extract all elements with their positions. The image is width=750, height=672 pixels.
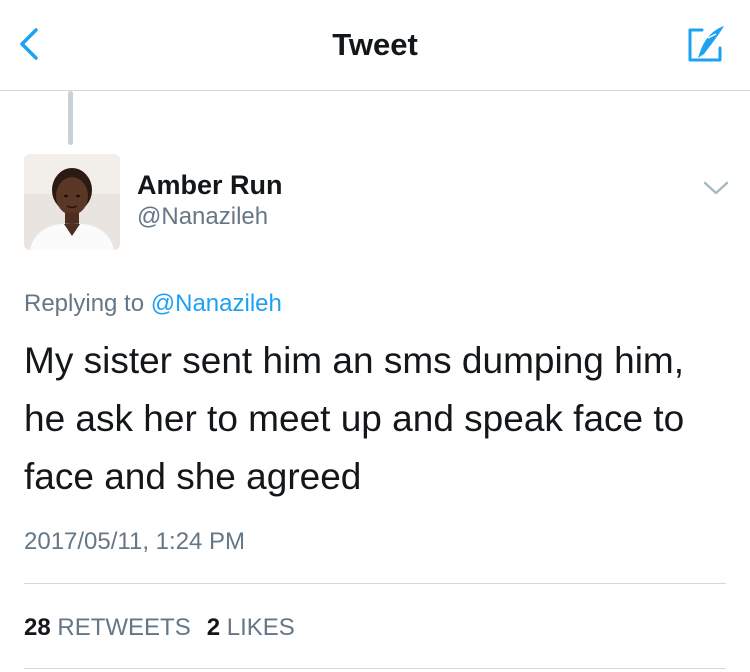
likes-count: 2 (206, 614, 221, 641)
retweets-count: 28 (24, 614, 51, 641)
chevron-down-icon[interactable] (701, 178, 731, 198)
likes-label: LIKES (226, 614, 295, 641)
likes-stat[interactable]: 2 LIKES (207, 614, 295, 642)
avatar[interactable] (24, 154, 120, 250)
replying-to-mention[interactable]: @Nanazileh (151, 290, 282, 317)
divider (24, 583, 726, 584)
page-title: Tweet (332, 27, 418, 62)
profile-photo (24, 154, 120, 250)
replying-to-label: Replying to (24, 290, 145, 317)
compose-tweet-icon[interactable] (682, 22, 728, 68)
retweets-label: RETWEETS (57, 614, 191, 641)
author-name[interactable]: Amber Run (137, 170, 283, 201)
tweet-timestamp: 2017/05/11, 1:24 PM (24, 528, 246, 555)
navigation-bar: Tweet (0, 0, 750, 91)
replying-to-line: Replying to @Nanazileh (24, 290, 282, 318)
tweet-stats: 28 RETWEETS 2 LIKES (24, 614, 295, 642)
tweet-text: My sister sent him an sms dumping him, h… (24, 340, 685, 497)
thread-connector-line (68, 91, 73, 145)
divider (24, 668, 726, 669)
retweets-stat[interactable]: 28 RETWEETS (24, 614, 191, 642)
author-handle[interactable]: @Nanazileh (137, 203, 268, 231)
